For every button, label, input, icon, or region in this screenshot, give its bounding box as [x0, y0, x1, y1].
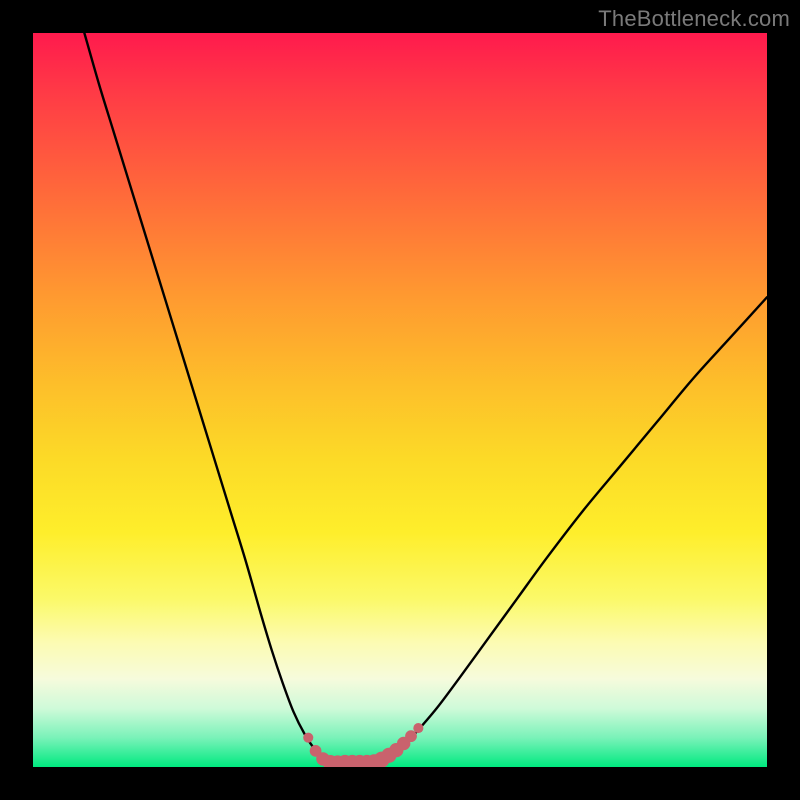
watermark-text: TheBottleneck.com [598, 6, 790, 32]
gradient-plot-area [33, 33, 767, 767]
highlight-dot [303, 733, 313, 743]
highlight-dots [303, 723, 423, 767]
highlight-dot [413, 723, 423, 733]
bottleneck-curve [84, 33, 767, 763]
chart-frame: TheBottleneck.com [0, 0, 800, 800]
curve-layer [33, 33, 767, 767]
highlight-dot [405, 730, 417, 742]
